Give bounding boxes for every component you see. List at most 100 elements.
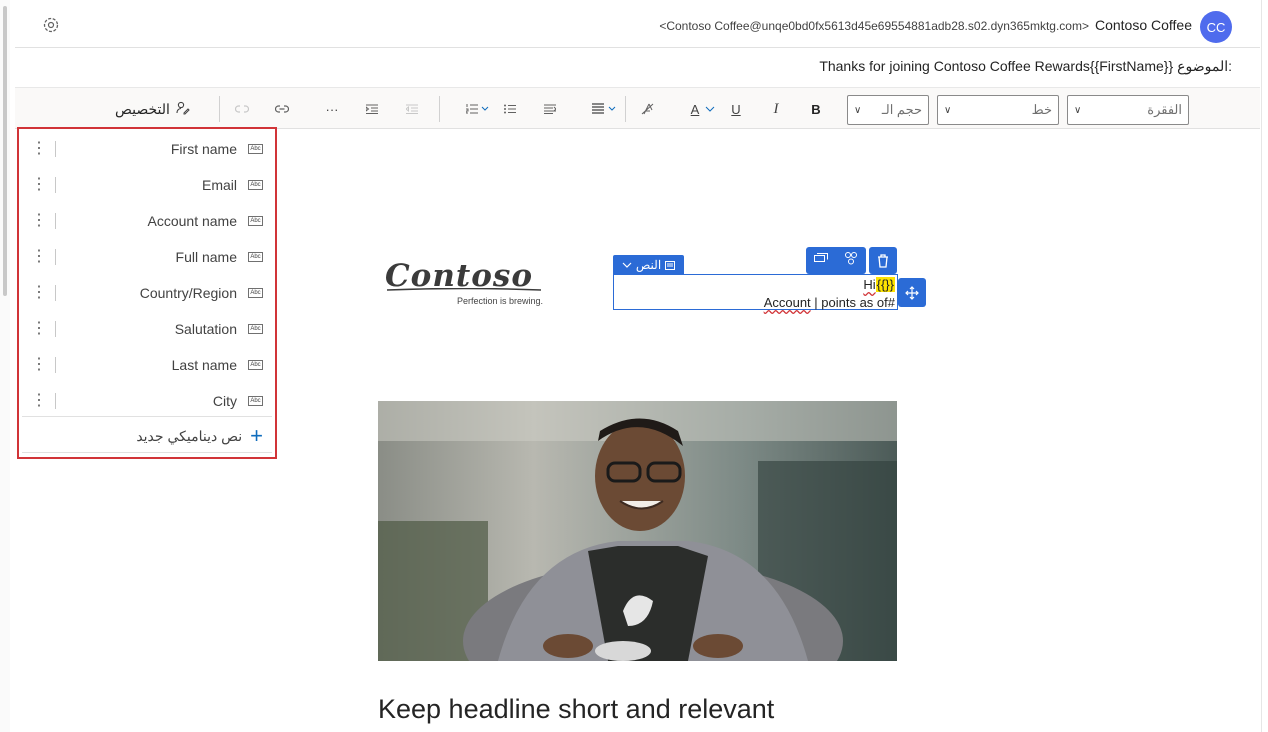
font-color-letter: A (690, 101, 700, 117)
delete-button[interactable] (869, 247, 897, 274)
text-line-greeting[interactable]: Hi {{}} (863, 277, 895, 292)
item-label: Full name (175, 249, 237, 265)
duplicate-icon[interactable] (814, 252, 828, 270)
toolbar-separator (439, 96, 440, 122)
email-headline[interactable]: Keep headline short and relevant (378, 694, 774, 725)
new-dynamic-text-button[interactable]: + نص ديناميكي جديد (136, 423, 263, 448)
text-type-icon: Abc (248, 360, 263, 370)
text-line-points[interactable]: Account | points as of# (764, 295, 895, 310)
hero-photo (378, 401, 897, 661)
font-size-select[interactable]: حجم الـ ∨ (847, 95, 929, 125)
more-vertical-icon[interactable]: ⋮ (31, 175, 47, 195)
unlink-icon[interactable] (231, 88, 253, 130)
trash-icon (878, 253, 888, 268)
divider (55, 249, 56, 265)
list-item[interactable]: ⋮ City Abc (19, 383, 275, 419)
header-divider (15, 47, 1260, 48)
text-type-icon: Abc (248, 180, 263, 190)
avatar[interactable]: CC (1200, 11, 1232, 43)
points-text: | points as of (810, 295, 888, 310)
align-icon[interactable] (589, 88, 621, 130)
scrollbar-thumb[interactable] (3, 6, 7, 296)
page-scrollbar[interactable] (0, 0, 10, 732)
dynamic-text-panel: ⋮ First name Abc ⋮ Email Abc ⋮ Account n… (17, 127, 277, 459)
more-options-button[interactable]: ··· (321, 88, 343, 130)
selected-text-block[interactable]: Hi {{}} Account | points as of# (613, 274, 898, 310)
chevron-down-icon (705, 106, 715, 112)
bold-button[interactable]: B (805, 88, 827, 130)
sender-address: <Contoso Coffee@unqe0bd0fx5613d45e695548… (659, 19, 1089, 33)
plus-icon: + (250, 423, 263, 448)
dynamic-placeholder[interactable]: {{}} (875, 277, 895, 292)
list-item[interactable]: ⋮ Account name Abc (19, 203, 275, 239)
gear-icon[interactable] (42, 16, 60, 34)
list-item[interactable]: ⋮ Country/Region Abc (19, 275, 275, 311)
divider (55, 177, 56, 193)
bullet-list-icon[interactable] (499, 88, 521, 130)
text-direction-icon[interactable] (539, 88, 561, 130)
text-block-icon (665, 260, 676, 270)
subject-label: الموضوع: (1177, 58, 1232, 74)
more-vertical-icon[interactable]: ⋮ (31, 247, 47, 267)
more-vertical-icon[interactable]: ⋮ (31, 139, 47, 159)
text-block-label: النص (635, 258, 662, 272)
clear-format-icon[interactable] (637, 88, 659, 130)
list-item[interactable]: ⋮ Email Abc (19, 167, 275, 203)
list-item[interactable]: ⋮ Full name Abc (19, 239, 275, 275)
divider (55, 285, 56, 301)
paragraph-select[interactable]: الفقرة ∨ (1067, 95, 1189, 125)
hash-text: # (887, 295, 895, 310)
paragraph-value: الفقرة (1147, 102, 1182, 117)
font-color-button[interactable]: A (687, 88, 719, 130)
text-type-icon: Abc (248, 144, 263, 154)
subject-line[interactable]: Thanks for joining Contoso Coffee Reward… (819, 58, 1232, 75)
personalize-icon (176, 101, 190, 118)
personalize-block-icon[interactable] (844, 251, 858, 270)
move-handle[interactable] (898, 278, 926, 307)
list-item[interactable]: ⋮ Salutation Abc (19, 311, 275, 347)
item-label: Email (201, 177, 237, 193)
more-vertical-icon[interactable]: ⋮ (31, 283, 47, 303)
chevron-down-icon: ∨ (854, 104, 862, 116)
numbered-list-icon[interactable] (463, 88, 493, 130)
outdent-icon[interactable] (401, 88, 423, 130)
account-word: Account (763, 295, 811, 310)
divider (55, 357, 56, 373)
canvas-right-edge (1261, 0, 1262, 732)
divider (55, 141, 56, 157)
indent-icon[interactable] (361, 88, 383, 130)
text-type-icon: Abc (248, 324, 263, 334)
chevron-down-icon: ∨ (1074, 104, 1082, 116)
sender-name: Contoso Coffee (1094, 17, 1192, 33)
item-label: Last name (171, 357, 237, 373)
link-icon[interactable] (271, 88, 293, 130)
more-vertical-icon[interactable]: ⋮ (31, 319, 47, 339)
list-item[interactable]: ⋮ First name Abc (19, 131, 275, 167)
more-vertical-icon[interactable]: ⋮ (31, 211, 47, 231)
subject-value[interactable]: Thanks for joining Contoso Coffee Reward… (819, 58, 1173, 75)
underline-button[interactable]: U (725, 88, 747, 130)
divider (55, 213, 56, 229)
divider (55, 393, 56, 409)
text-block-type-label[interactable]: النص (613, 255, 684, 275)
customize-button[interactable]: التخصيص (115, 88, 190, 130)
toolbar-separator (219, 96, 220, 122)
sender-info: <Contoso Coffee@unqe0bd0fx5613d45e695548… (659, 17, 1192, 33)
text-type-icon: Abc (248, 216, 263, 226)
font-size-value: حجم الـ (881, 102, 922, 117)
contoso-logo[interactable]: Contoso Perfection is brewing. (385, 258, 545, 310)
more-vertical-icon[interactable]: ⋮ (31, 355, 47, 375)
text-type-icon: Abc (248, 396, 263, 406)
text-type-icon: Abc (248, 288, 263, 298)
more-vertical-icon[interactable]: ⋮ (31, 391, 47, 411)
font-value: خط (1031, 102, 1052, 117)
chevron-down-icon (622, 262, 632, 268)
hero-image[interactable] (378, 401, 897, 661)
italic-button[interactable]: I (765, 88, 787, 130)
text-type-icon: Abc (248, 252, 263, 262)
font-select[interactable]: خط ∨ (937, 95, 1059, 125)
divider (55, 321, 56, 337)
panel-divider (22, 416, 272, 417)
list-item[interactable]: ⋮ Last name Abc (19, 347, 275, 383)
item-label: Salutation (174, 321, 237, 337)
